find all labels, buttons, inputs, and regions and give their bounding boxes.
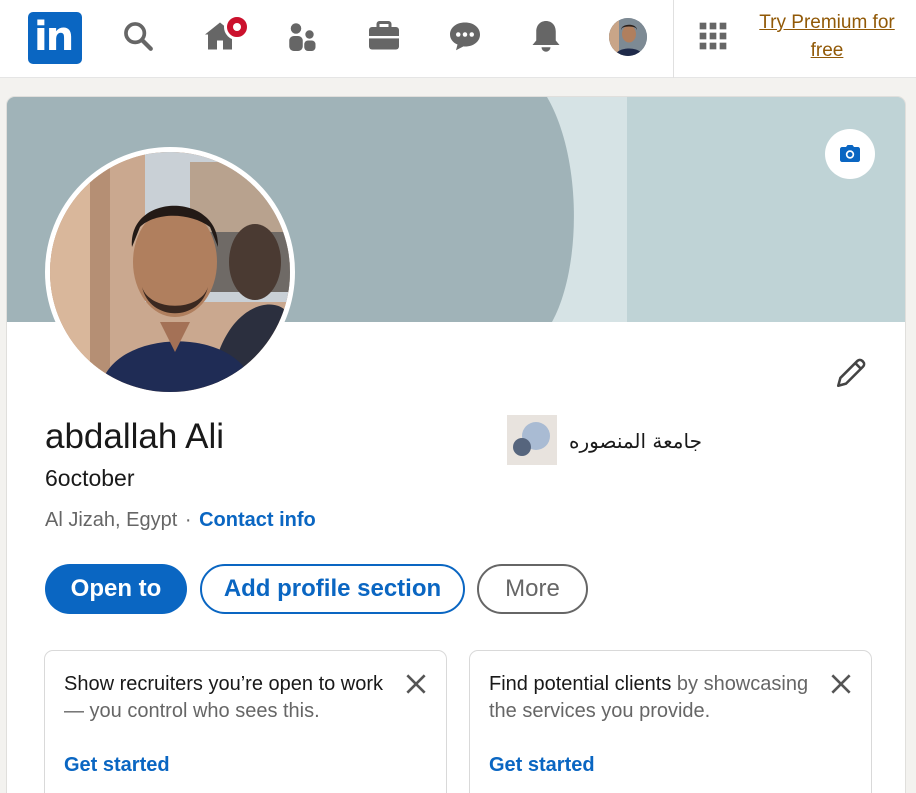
tip-text: Find potential clients by showcasing the…	[489, 671, 809, 725]
my-network-icon[interactable]	[282, 16, 322, 56]
get-started-link[interactable]: Get started	[64, 754, 170, 777]
location-separator: ·	[184, 509, 192, 531]
linkedin-logo[interactable]: in	[28, 12, 82, 64]
jobs-icon[interactable]	[364, 16, 404, 56]
search-icon[interactable]	[118, 16, 158, 56]
get-started-link[interactable]: Get started	[489, 754, 595, 777]
profile-location-row: Al Jizah, Egypt · Contact info	[45, 509, 316, 532]
find-clients-tip-card: Find potential clients by showcasing the…	[469, 650, 872, 793]
top-nav: in Try Premium for free	[0, 0, 916, 78]
education-name[interactable]: جامعة المنصوره	[569, 429, 702, 453]
logo-text: in	[34, 14, 74, 60]
more-button[interactable]: More	[477, 564, 588, 614]
close-icon[interactable]	[403, 671, 429, 697]
profile-card: abdallah Ali 6october Al Jizah, Egypt · …	[6, 96, 906, 793]
camera-icon	[840, 145, 860, 162]
pencil-icon	[836, 358, 866, 388]
profile-headline: 6october	[45, 465, 135, 491]
me-avatar[interactable]	[609, 18, 647, 56]
tip-rest: — you control who sees this.	[64, 700, 320, 722]
profile-name: abdallah Ali	[45, 417, 225, 456]
profile-location: Al Jizah, Egypt	[45, 509, 178, 531]
tip-lead: Show recruiters you’re open to work	[64, 673, 384, 695]
close-icon[interactable]	[828, 671, 854, 697]
try-premium-link[interactable]: Try Premium for free	[756, 9, 898, 65]
education-logo[interactable]	[507, 415, 557, 465]
profile-photo[interactable]	[45, 147, 295, 397]
notification-badge	[224, 14, 250, 40]
notifications-icon[interactable]	[526, 16, 566, 56]
tip-text: Show recruiters you’re open to work — yo…	[64, 671, 384, 725]
home-icon[interactable]	[200, 14, 250, 56]
open-to-work-tip-card: Show recruiters you’re open to work — yo…	[44, 650, 447, 793]
nav-divider	[673, 0, 674, 78]
tip-lead: Find potential clients	[489, 673, 672, 695]
edit-intro-button[interactable]	[831, 353, 871, 393]
open-to-button[interactable]: Open to	[45, 564, 187, 614]
messaging-icon[interactable]	[445, 16, 485, 56]
apps-grid-icon[interactable]	[693, 16, 733, 56]
add-profile-section-button[interactable]: Add profile section	[200, 564, 465, 614]
contact-info-link[interactable]: Contact info	[199, 509, 316, 531]
edit-cover-photo-button[interactable]	[825, 129, 875, 179]
